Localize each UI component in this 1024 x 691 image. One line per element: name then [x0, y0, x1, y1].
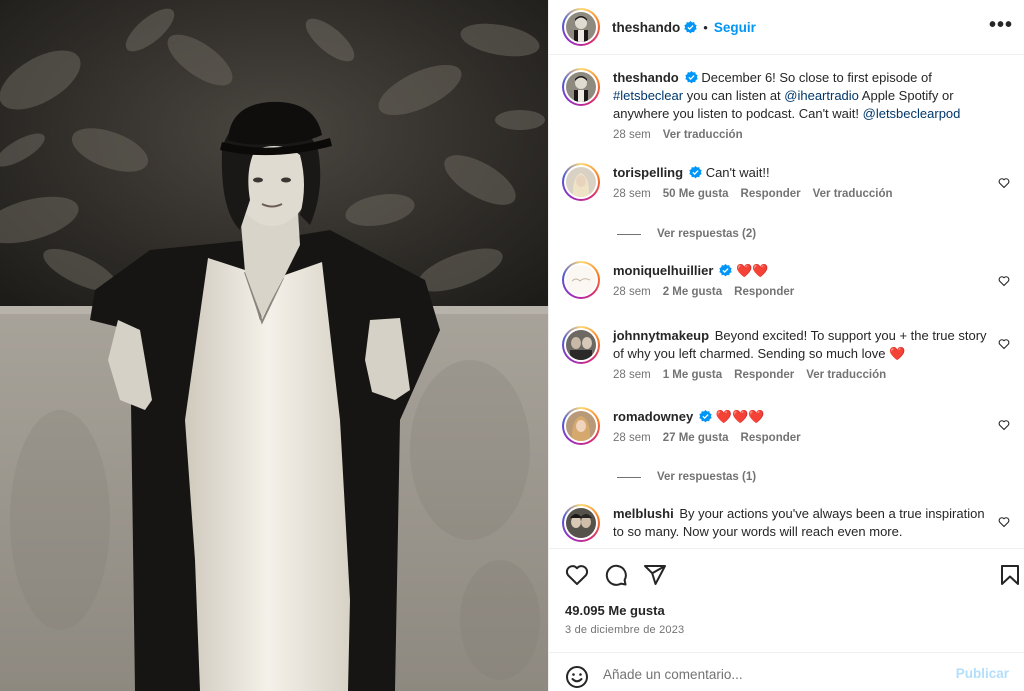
share-send-icon[interactable] — [643, 563, 667, 587]
comment-meta: 28 sem 1 Me gusta Responder Ver traducción — [613, 368, 993, 382]
likes-count[interactable]: 49.095 Me gusta — [565, 603, 665, 618]
timestamp[interactable]: 28 sem — [613, 369, 651, 381]
comments-list: theshando December 6! So close to first … — [549, 56, 1024, 548]
post-actions: 49.095 Me gusta 3 de diciembre de 2023 P… — [549, 548, 1024, 691]
verified-badge-icon — [685, 71, 698, 84]
verified-badge-icon — [719, 264, 733, 277]
translate-link[interactable]: Ver traducción — [813, 188, 893, 200]
comment-username[interactable]: romadowney — [613, 409, 693, 424]
commenter-avatar[interactable] — [562, 504, 600, 542]
timestamp[interactable]: 28 sem — [613, 286, 651, 298]
comment-input[interactable] — [603, 663, 943, 685]
post-image — [0, 0, 548, 691]
like-comment-heart-icon[interactable] — [998, 419, 1010, 431]
caption-username[interactable]: theshando — [613, 70, 679, 85]
comment-text: ❤️❤️ — [736, 263, 769, 278]
author-avatar[interactable] — [562, 8, 600, 46]
comment-likes[interactable]: 2 Me gusta — [663, 286, 722, 298]
comment-text: ❤️❤️❤️ — [715, 409, 765, 424]
comment-meta: 28 sem 2 Me gusta Responder — [613, 285, 993, 299]
view-replies-button[interactable]: Ver respuestas (1) — [617, 471, 756, 483]
comment-body: johnnytmakeup Beyond excited! To support… — [613, 327, 993, 382]
view-replies-button[interactable]: Ver respuestas (2) — [617, 228, 756, 240]
post-header: theshando • Seguir ••• — [549, 0, 1024, 55]
comment-body: torispelling Can't wait!! 28 sem 50 Me gu… — [613, 164, 993, 201]
caption-meta: 28 sem Ver traducción — [613, 128, 993, 142]
comment-username[interactable]: moniquelhuillier — [613, 263, 713, 278]
comment-text: Can't wait!! — [705, 165, 770, 180]
hashtag-link[interactable]: #letsbeclear — [613, 88, 683, 103]
author-username[interactable]: theshando — [612, 20, 680, 35]
post-panel: theshando • Seguir ••• theshando Decembe… — [548, 0, 1024, 691]
commenter-avatar[interactable] — [562, 163, 600, 201]
verified-badge-icon — [689, 166, 702, 179]
avatar-image — [566, 167, 596, 197]
view-replies-label[interactable]: Ver respuestas (2) — [657, 228, 756, 240]
comment-meta: 28 sem 27 Me gusta Responder — [613, 431, 993, 445]
emoji-icon[interactable] — [565, 665, 589, 689]
like-comment-heart-icon[interactable] — [998, 177, 1010, 189]
comment-username[interactable]: melblushi — [613, 506, 674, 521]
replies-divider — [617, 233, 641, 235]
comment-likes[interactable]: 1 Me gusta — [663, 369, 722, 381]
mention-link[interactable]: @letsbeclearpod — [863, 106, 961, 121]
reply-button[interactable]: Responder — [741, 432, 801, 444]
timestamp[interactable]: 28 sem — [613, 129, 651, 141]
avatar-image — [566, 72, 596, 102]
comment-bubble-icon[interactable] — [604, 563, 628, 587]
follow-button[interactable]: Seguir — [714, 20, 756, 35]
comment-likes[interactable]: 27 Me gusta — [663, 432, 729, 444]
caption-body: theshando December 6! So close to first … — [613, 69, 993, 142]
save-bookmark-icon[interactable] — [998, 563, 1022, 587]
timestamp[interactable]: 28 sem — [613, 432, 651, 444]
translate-link[interactable]: Ver traducción — [806, 369, 886, 381]
replies-divider — [617, 476, 641, 478]
commenter-avatar[interactable] — [562, 407, 600, 445]
caption-avatar[interactable] — [562, 68, 600, 106]
avatar-image — [566, 12, 596, 42]
comment-meta: 28 sem 50 Me gusta Responder Ver traducción — [613, 187, 993, 201]
avatar-image — [566, 508, 596, 538]
caption-text: December 6! So close to first episode of — [701, 70, 932, 85]
verified-badge-icon — [684, 20, 697, 33]
like-comment-heart-icon[interactable] — [998, 516, 1010, 528]
translate-link[interactable]: Ver traducción — [663, 129, 743, 141]
like-comment-heart-icon[interactable] — [998, 275, 1010, 287]
reply-button[interactable]: Responder — [734, 369, 794, 381]
timestamp[interactable]: 28 sem — [613, 188, 651, 200]
mention-link[interactable]: @iheartradio — [784, 88, 859, 103]
comment-body: melblushi By your actions you've always … — [613, 505, 993, 541]
like-comment-heart-icon[interactable] — [998, 338, 1010, 350]
comment-body: romadowney ❤️❤️❤️ 28 sem 27 Me gusta Respo… — [613, 408, 993, 445]
avatar-image — [566, 411, 596, 441]
comment-username[interactable]: torispelling — [613, 165, 683, 180]
comment-username[interactable]: johnnytmakeup — [613, 328, 709, 343]
commenter-avatar[interactable] — [562, 326, 600, 364]
comment-likes[interactable]: 50 Me gusta — [663, 188, 729, 200]
publish-button[interactable]: Publicar — [956, 666, 1009, 681]
commenter-avatar[interactable] — [562, 261, 600, 299]
reply-button[interactable]: Responder — [741, 188, 801, 200]
separator-dot: • — [703, 19, 708, 35]
verified-badge-icon — [699, 410, 712, 423]
more-options-icon[interactable]: ••• — [989, 14, 1013, 37]
reply-button[interactable]: Responder — [734, 286, 794, 298]
like-heart-icon[interactable] — [565, 563, 589, 587]
comment-body: moniquelhuillier ❤️❤️ 28 sem 2 Me gusta Re… — [613, 262, 993, 299]
avatar-image — [566, 265, 596, 295]
post-date: 3 de diciembre de 2023 — [565, 624, 685, 636]
avatar-image — [566, 330, 596, 360]
add-comment-bar: Publicar — [549, 652, 1024, 691]
post-photo — [0, 0, 548, 691]
view-replies-label[interactable]: Ver respuestas (1) — [657, 471, 756, 483]
caption-text-2: you can listen at — [683, 88, 785, 103]
